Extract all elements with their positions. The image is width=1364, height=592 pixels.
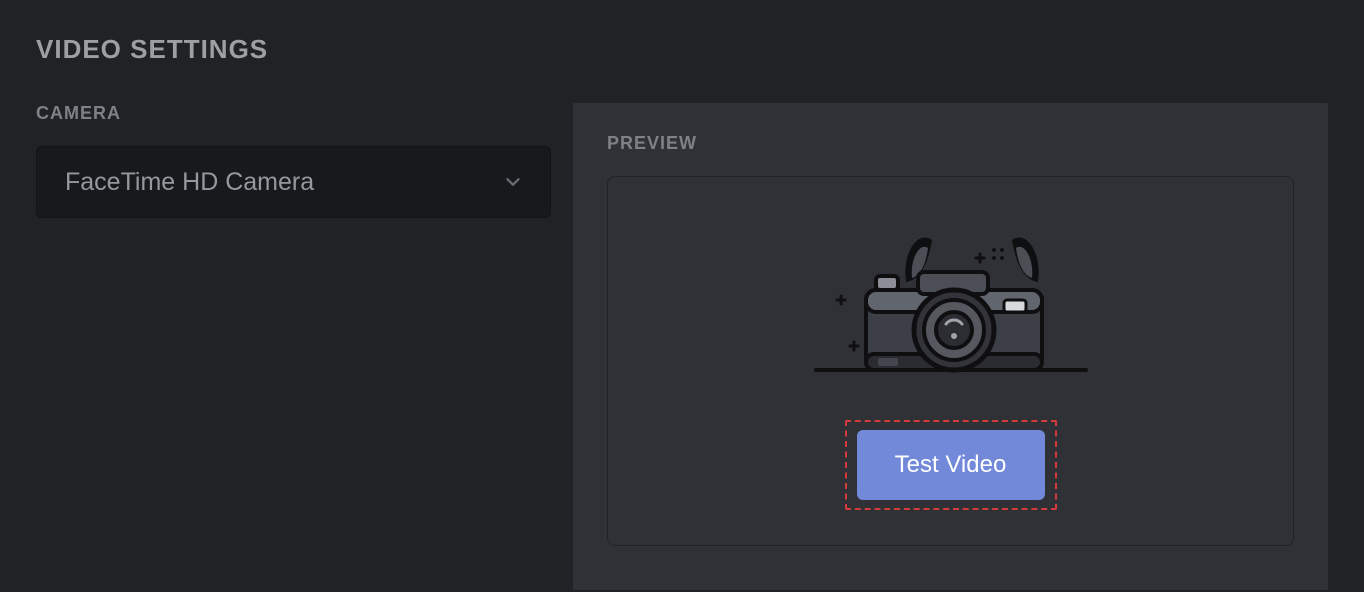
camera-label: CAMERA bbox=[36, 103, 551, 124]
chevron-down-icon bbox=[502, 171, 524, 193]
camera-select-value: FaceTime HD Camera bbox=[65, 168, 314, 197]
preview-box: Test Video bbox=[607, 176, 1294, 546]
section-title: VIDEO SETTINGS bbox=[36, 34, 1328, 65]
test-video-button[interactable]: Test Video bbox=[857, 430, 1045, 500]
preview-column: PREVIEW bbox=[573, 103, 1328, 590]
camera-column: CAMERA FaceTime HD Camera bbox=[36, 103, 551, 218]
video-settings-panel: VIDEO SETTINGS CAMERA FaceTime HD Camera… bbox=[0, 0, 1364, 592]
camera-select[interactable]: FaceTime HD Camera bbox=[36, 146, 551, 218]
settings-columns: CAMERA FaceTime HD Camera PREVIEW bbox=[36, 103, 1328, 590]
preview-label: PREVIEW bbox=[607, 133, 1294, 154]
test-video-highlight: Test Video bbox=[845, 420, 1057, 510]
camera-illustration-icon bbox=[806, 212, 1096, 382]
